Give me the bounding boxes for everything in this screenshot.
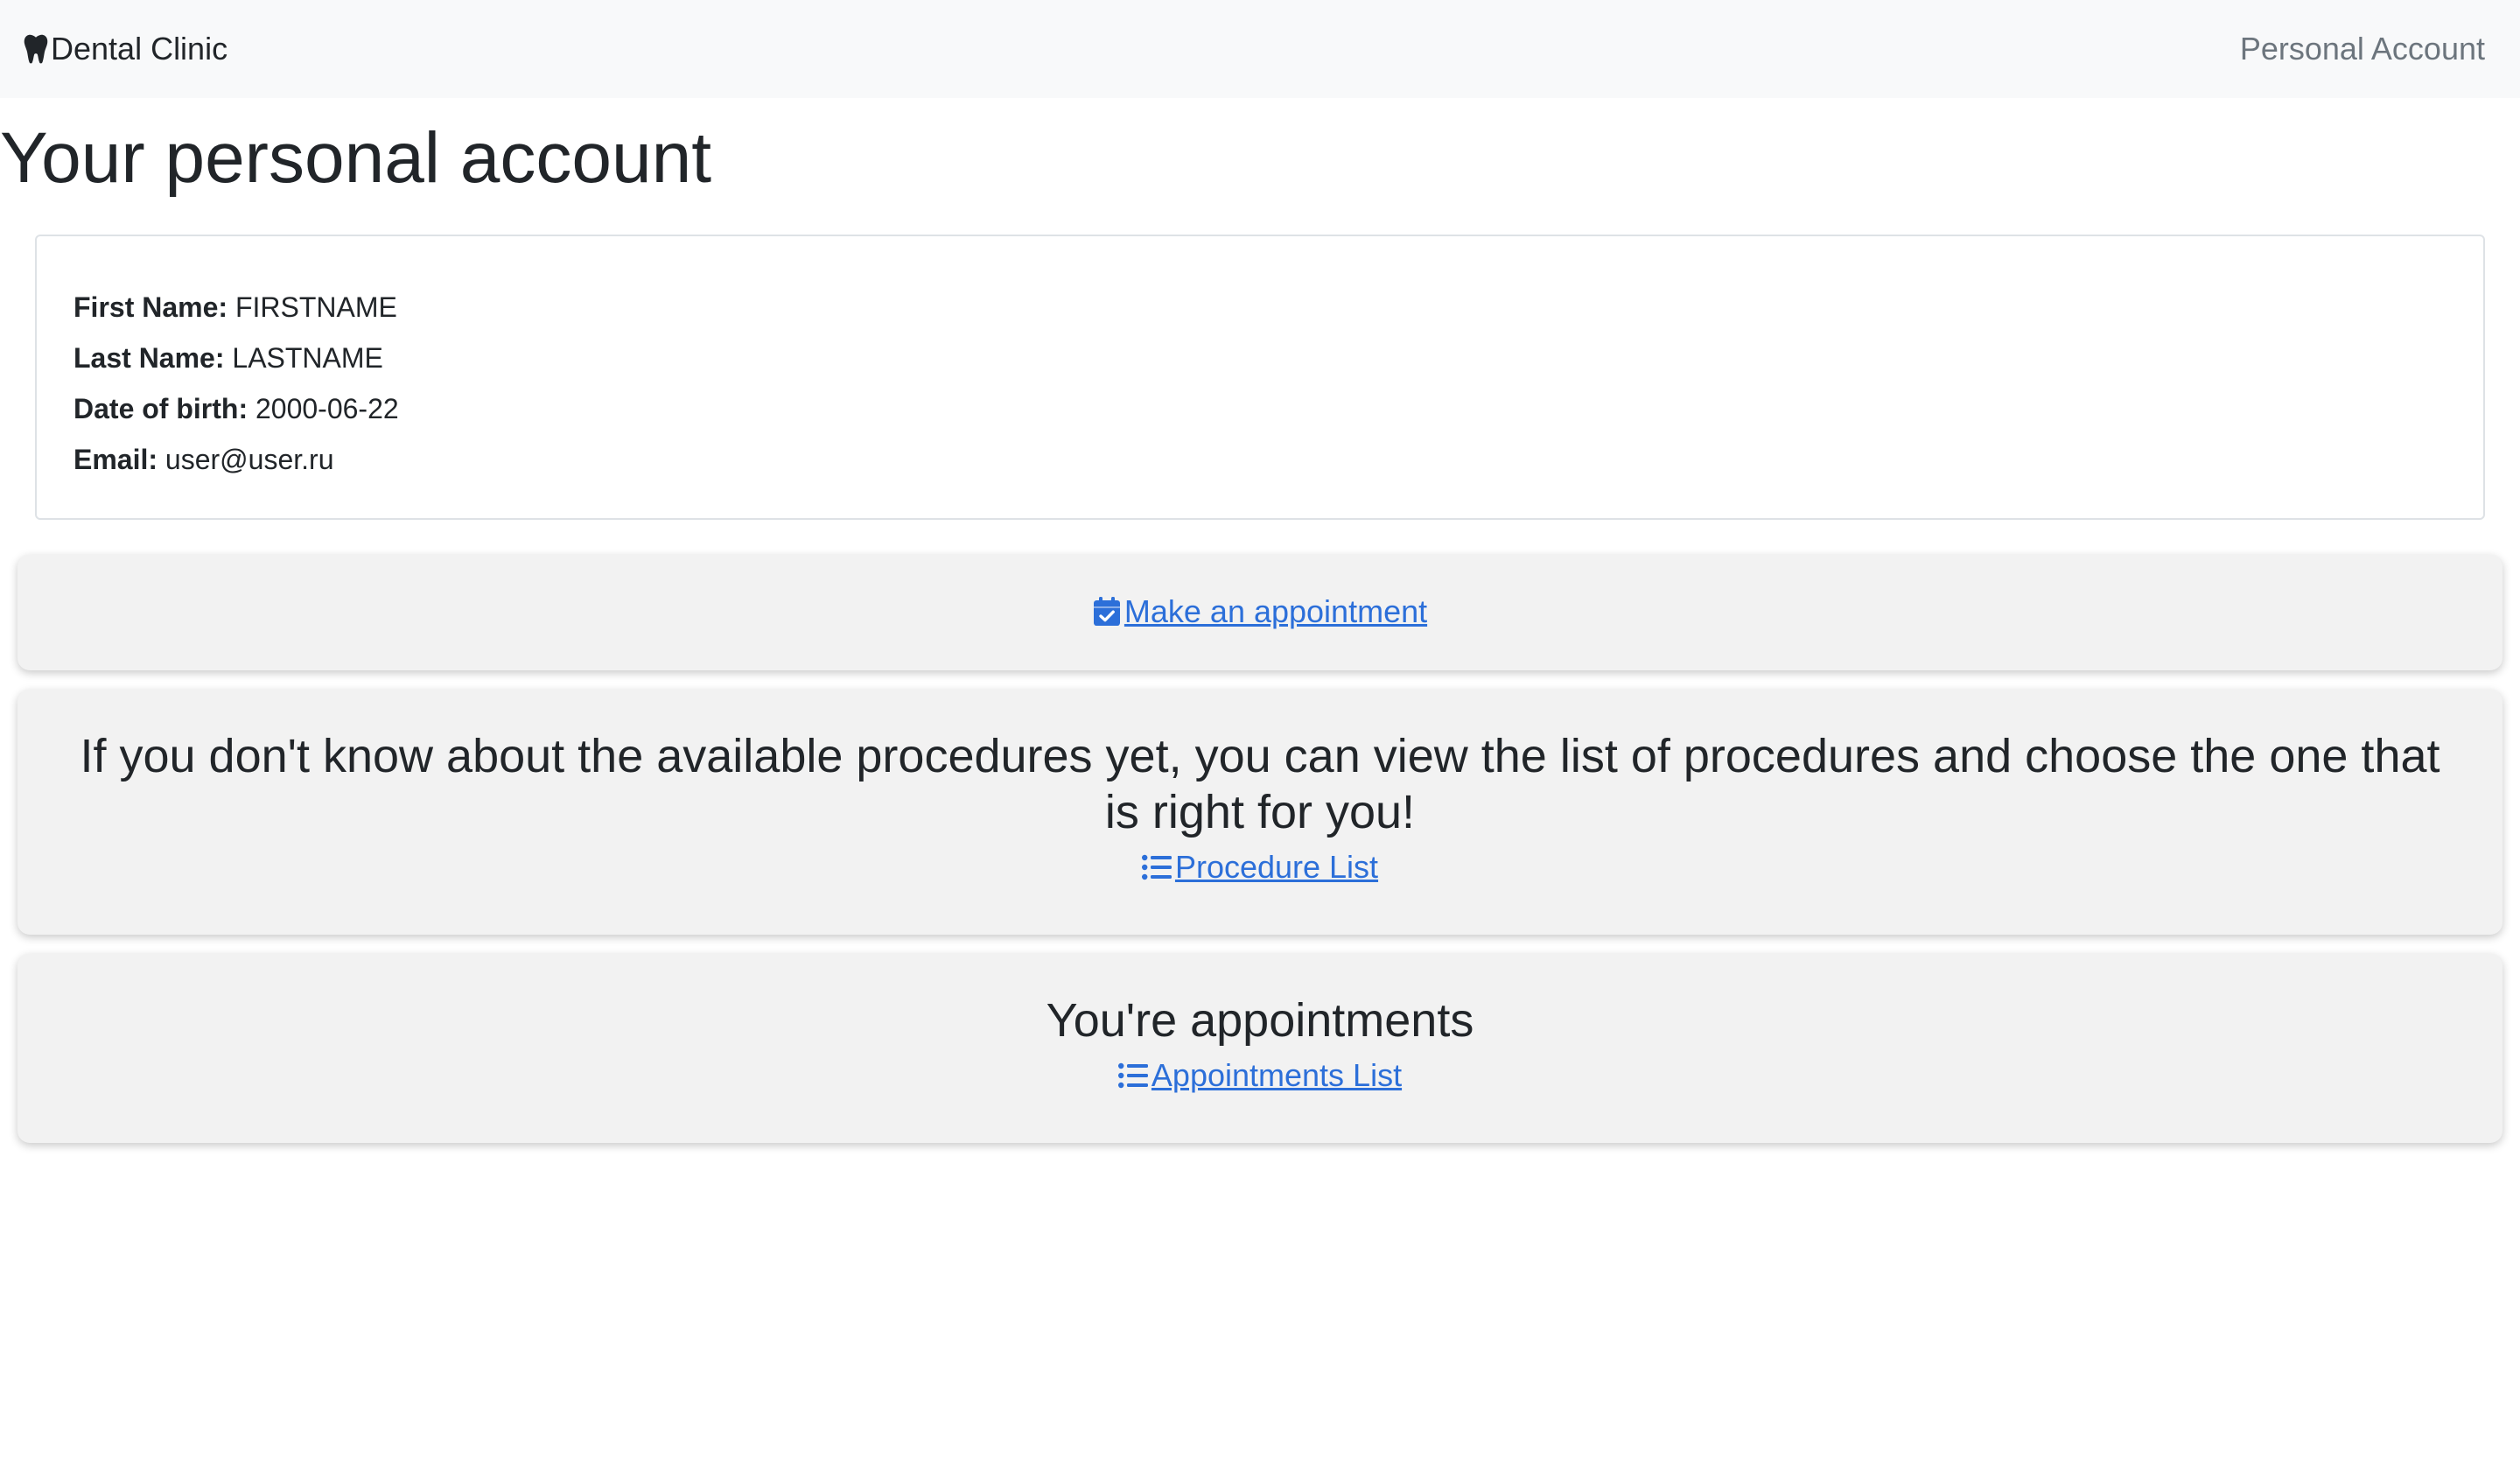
dob-label: Date of birth: (74, 393, 248, 424)
appointment-card: Make an appointment (18, 555, 2502, 670)
list-icon (1117, 1062, 1148, 1089)
tooth-icon (24, 34, 48, 64)
brand-link[interactable]: Dental Clinic (23, 31, 228, 67)
first-name-row: First Name: FIRSTNAME (74, 282, 2483, 333)
procedures-heading: If you don't know about the available pr… (80, 730, 2440, 838)
email-value: user@user.ru (164, 444, 334, 475)
dob-value: 2000-06-22 (255, 393, 399, 424)
personal-account-link[interactable]: Personal Account (2240, 31, 2485, 67)
list-icon (1141, 854, 1172, 880)
calendar-check-icon (1093, 597, 1120, 626)
last-name-row: Last Name: LASTNAME (74, 333, 2483, 383)
email-label: Email: (74, 444, 158, 475)
email-row: Email: user@user.ru (74, 434, 2483, 485)
page-title: Your personal account (0, 118, 711, 198)
appointments-card: You're appointments Appointments List (18, 954, 2502, 1143)
procedure-list-label: Procedure List (1174, 849, 1379, 885)
appointments-list-link[interactable]: Appointments List (1117, 1057, 1403, 1094)
last-name-label: Last Name: (74, 342, 225, 374)
dob-row: Date of birth: 2000-06-22 (74, 383, 2483, 434)
appointments-heading: You're appointments (1046, 994, 1474, 1047)
appointments-list-label: Appointments List (1151, 1057, 1403, 1093)
profile-card: First Name: FIRSTNAME Last Name: LASTNAM… (35, 235, 2485, 520)
navbar: Dental Clinic Personal Account (0, 0, 2520, 98)
make-appointment-label: Make an appointment (1124, 593, 1428, 629)
procedure-list-link[interactable]: Procedure List (1141, 849, 1379, 886)
first-name-value: FIRSTNAME (234, 291, 397, 323)
procedures-card: If you don't know about the available pr… (18, 690, 2502, 935)
last-name-value: LASTNAME (232, 342, 383, 374)
first-name-label: First Name: (74, 291, 228, 323)
brand-label: Dental Clinic (51, 31, 228, 67)
make-appointment-link[interactable]: Make an appointment (1093, 593, 1427, 630)
